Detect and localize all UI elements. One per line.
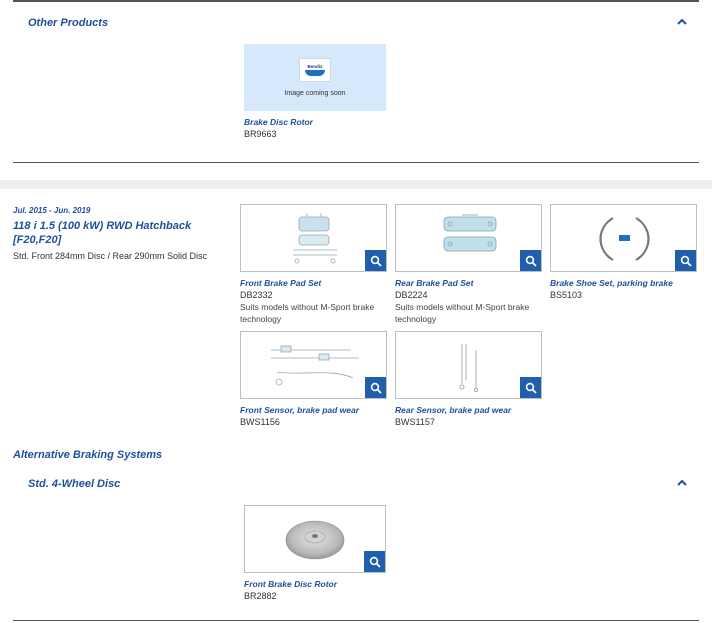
product-image-placeholder[interactable]: Bendix Image coming soon: [244, 44, 386, 111]
zoom-button[interactable]: [364, 551, 385, 572]
section-title-std-4-wheel-disc[interactable]: Std. 4-Wheel Disc: [28, 478, 120, 490]
product-name[interactable]: Front Sensor, brake pad wear: [240, 405, 387, 415]
product-image[interactable]: [244, 505, 386, 573]
magnify-icon: [525, 255, 537, 267]
zoom-button[interactable]: [365, 250, 386, 271]
product-image[interactable]: [550, 204, 697, 272]
product-image[interactable]: [395, 204, 542, 272]
product-name[interactable]: Brake Disc Rotor: [244, 117, 386, 127]
magnify-icon: [680, 255, 692, 267]
product-note: Suits models without M-Sport brake techn…: [240, 302, 375, 324]
product-card-bws1156[interactable]: Front Sensor, brake pad wear BWS1156: [240, 331, 387, 427]
section-title-other-products[interactable]: Other Products: [28, 17, 108, 29]
product-note: Suits models without M-Sport brake techn…: [395, 302, 530, 324]
product-name[interactable]: Front Brake Pad Set: [240, 278, 390, 288]
section-divider: [13, 620, 699, 621]
vehicle-date-range: Jul. 2015 - Jun. 2019: [13, 206, 91, 215]
zoom-button[interactable]: [520, 250, 541, 271]
product-image[interactable]: [240, 331, 387, 399]
product-name[interactable]: Rear Sensor, brake pad wear: [395, 405, 542, 415]
product-image[interactable]: [395, 331, 542, 399]
product-code: BR2882: [244, 591, 277, 601]
product-code: DB2332: [240, 290, 273, 300]
section-band: [0, 180, 712, 189]
product-code: BWS1156: [240, 417, 280, 427]
chevron-up-icon[interactable]: [675, 476, 689, 490]
vehicle-description: Std. Front 284mm Disc / Rear 290mm Solid…: [13, 251, 208, 261]
product-name[interactable]: Front Brake Disc Rotor: [244, 579, 386, 589]
magnify-icon: [370, 255, 382, 267]
product-code: BS5103: [550, 290, 583, 300]
zoom-button[interactable]: [520, 377, 541, 398]
chevron-up-icon[interactable]: [675, 15, 689, 29]
magnify-icon: [370, 382, 382, 394]
top-divider: [13, 0, 699, 2]
magnify-icon: [525, 382, 537, 394]
section-divider: [13, 162, 699, 163]
product-card-br2882[interactable]: Front Brake Disc Rotor BR2882: [244, 505, 386, 601]
magnify-icon: [369, 556, 381, 568]
zoom-button[interactable]: [365, 377, 386, 398]
image-coming-soon-text: Image coming soon: [284, 90, 346, 97]
product-card-bws1157[interactable]: Rear Sensor, brake pad wear BWS1157: [395, 331, 542, 427]
product-name[interactable]: Rear Brake Pad Set: [395, 278, 545, 288]
product-image[interactable]: [240, 204, 387, 272]
product-name[interactable]: Brake Shoe Set, parking brake: [550, 278, 697, 288]
product-card-br9663[interactable]: Bendix Image coming soon Brake Disc Roto…: [244, 44, 386, 139]
product-code: DB2224: [395, 290, 428, 300]
product-card-db2332[interactable]: Front Brake Pad Set DB2332 Suits models …: [240, 204, 390, 325]
product-code: BWS1157: [395, 417, 435, 427]
zoom-button[interactable]: [675, 250, 696, 271]
section-title-alternative-braking: Alternative Braking Systems: [13, 449, 163, 461]
product-code: BR9663: [244, 129, 277, 139]
product-card-db2224[interactable]: Rear Brake Pad Set DB2224 Suits models w…: [395, 204, 545, 325]
vehicle-model: 118 i 1.5 (100 kW) RWD Hatchback [F20,F2…: [13, 220, 192, 246]
bendix-logo: Bendix: [299, 58, 331, 82]
product-card-bs5103[interactable]: Brake Shoe Set, parking brake BS5103: [550, 204, 697, 300]
